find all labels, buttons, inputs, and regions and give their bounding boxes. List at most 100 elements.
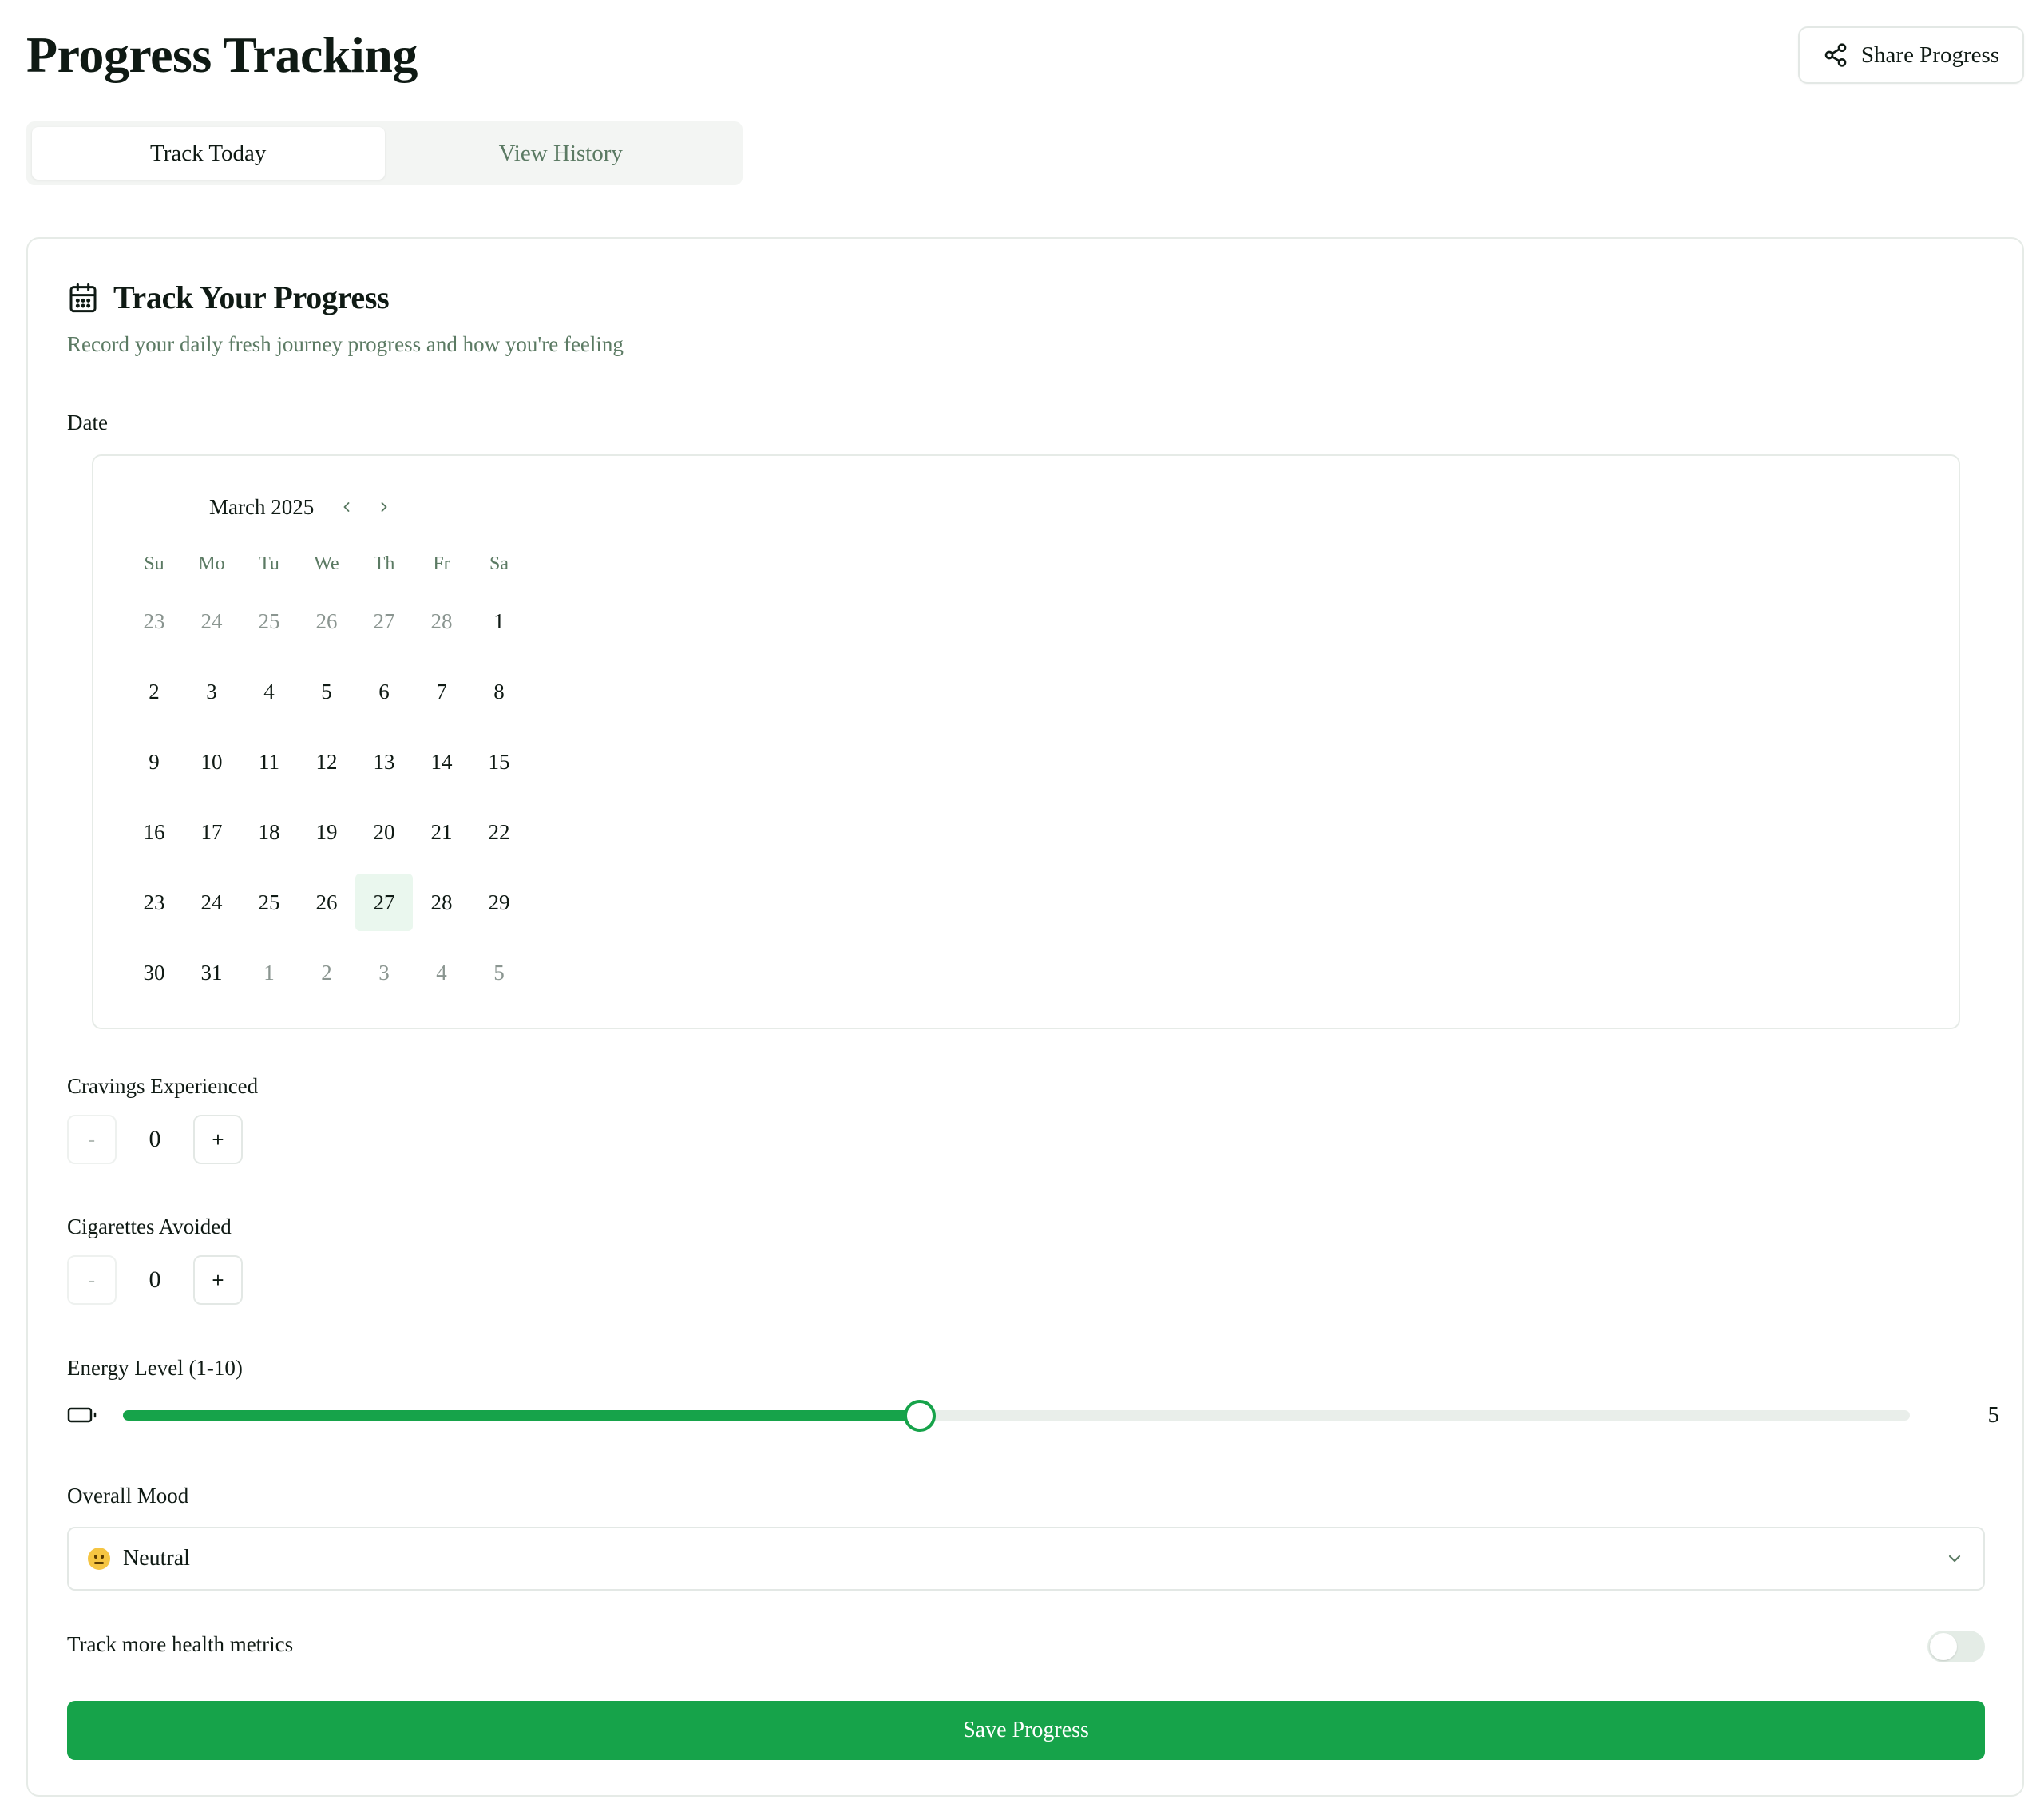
track-progress-card: Track Your Progress Record your daily fr… [26, 237, 2024, 1797]
calendar-weekday: Fr [433, 553, 450, 574]
calendar-day[interactable]: 2 [298, 944, 355, 1001]
mood-label: Overall Mood [67, 1484, 189, 1508]
health-metrics-label: Track more health metrics [67, 1632, 294, 1656]
date-calendar: March 2025 Su Mo Tu We Th Fr Sa 23 24 25 26 27 28 1 2… [92, 454, 1960, 1029]
calendar-weekday: We [314, 553, 339, 574]
calendar-day[interactable]: 31 [183, 944, 240, 1001]
share-progress-label: Share Progress [1860, 42, 2000, 68]
calendar-day[interactable]: 3 [183, 663, 240, 720]
calendar-week-row: 2345678 [125, 650, 528, 720]
calendar-day[interactable]: 13 [355, 733, 413, 791]
calendar-weekday: Mo [198, 553, 225, 574]
calendar-day[interactable]: 1 [240, 944, 298, 1001]
calendar-day[interactable]: 24 [183, 874, 240, 931]
energy-value: 5 [1987, 1402, 2000, 1428]
cravings-decrement-button[interactable]: - [67, 1115, 117, 1164]
calendar-day[interactable]: 29 [470, 874, 528, 931]
calendar-week-row: 23 24 25 26 27 28 1 [125, 580, 528, 650]
tab-list: Track Today View History [26, 121, 743, 185]
calendar-day[interactable]: 14 [413, 733, 470, 791]
calendar-day[interactable]: 17 [183, 803, 240, 861]
calendar-week-row: 9 10 11 12 13 14 15 [125, 720, 528, 791]
calendar-day[interactable]: 23 [125, 592, 183, 650]
share-icon [1824, 43, 1847, 67]
calendar-weekday: Th [373, 553, 395, 574]
energy-slider-thumb[interactable] [904, 1400, 937, 1432]
battery-icon [67, 1407, 97, 1423]
energy-slider-track[interactable] [123, 1400, 1910, 1432]
calendar-day[interactable]: 28 [413, 874, 470, 931]
calendar-day[interactable]: 18 [240, 803, 298, 861]
calendar-week-row: 16 17 18 19 20 21 22 [125, 791, 528, 861]
toggle-knob [1930, 1633, 1957, 1660]
page-title: Progress Tracking [26, 26, 418, 83]
calendar-day[interactable]: 26 [298, 874, 355, 931]
calendar-day[interactable]: 10 [183, 733, 240, 791]
tab-track-today[interactable]: Track Today [32, 127, 385, 180]
calendar-weekday: Su [144, 553, 164, 574]
cigarettes-value: 0 [149, 1266, 161, 1293]
save-progress-button[interactable]: Save Progress [67, 1701, 1985, 1760]
calendar-week-row: 30 31 1 2 3 4 5 [125, 931, 528, 1001]
tab-view-history[interactable]: View History [385, 127, 738, 180]
share-progress-button[interactable]: Share Progress [1798, 26, 2024, 84]
cravings-label: Cravings Experienced [67, 1074, 259, 1098]
neutral-face-icon [88, 1548, 110, 1570]
chevron-left-icon [343, 502, 350, 512]
cigarettes-increment-button[interactable]: + [193, 1255, 243, 1305]
calendar-weekday: Sa [489, 553, 509, 574]
calendar-day[interactable]: 12 [298, 733, 355, 791]
date-label: Date [67, 410, 108, 434]
calendar-icon [69, 283, 97, 312]
calendar-day[interactable]: 5 [470, 944, 528, 1001]
calendar-day[interactable]: 30 [125, 944, 183, 1001]
calendar-grid: Su Mo Tu We Th Fr Sa 23 24 25 26 27 28 1 2 3 4 5 6 7 8 9 10 11… [125, 548, 528, 1001]
cigarettes-label: Cigarettes Avoided [67, 1215, 232, 1238]
calendar-day[interactable]: 27 [355, 592, 413, 650]
calendar-day[interactable]: 2 [125, 663, 183, 720]
calendar-day[interactable]: 7 [413, 663, 470, 720]
card-title: Track Your Progress [113, 279, 390, 315]
chevron-right-icon [381, 502, 387, 512]
calendar-day[interactable]: 6 [355, 663, 413, 720]
calendar-day[interactable]: 1 [470, 592, 528, 650]
calendar-day[interactable]: 15 [470, 733, 528, 791]
calendar-day[interactable]: 22 [470, 803, 528, 861]
calendar-month-label: March 2025 [209, 495, 315, 519]
cravings-value: 0 [149, 1126, 161, 1152]
calendar-day[interactable]: 3 [355, 944, 413, 1001]
calendar-day[interactable]: 26 [298, 592, 355, 650]
calendar-day[interactable]: 16 [125, 803, 183, 861]
cigarettes-decrement-button[interactable]: - [67, 1255, 117, 1305]
cravings-stepper: - 0 + [67, 1115, 243, 1164]
calendar-day[interactable]: 19 [298, 803, 355, 861]
calendar-next-button[interactable] [366, 488, 402, 526]
calendar-day[interactable]: 24 [183, 592, 240, 650]
chevron-down-icon [1948, 1555, 1961, 1563]
health-metrics-toggle[interactable] [1927, 1631, 1985, 1662]
calendar-day[interactable]: 25 [240, 592, 298, 650]
cigarettes-stepper: - 0 + [67, 1255, 243, 1305]
calendar-day[interactable]: 20 [355, 803, 413, 861]
calendar-day[interactable]: 5 [298, 663, 355, 720]
calendar-day[interactable]: 28 [413, 592, 470, 650]
cravings-increment-button[interactable]: + [193, 1115, 243, 1164]
calendar-day[interactable]: 9 [125, 733, 183, 791]
energy-label: Energy Level (1-10) [67, 1356, 243, 1380]
calendar-weekday-row: Su Mo Tu We Th Fr Sa [125, 548, 528, 580]
calendar-day[interactable]: 8 [470, 663, 528, 720]
calendar-prev-button[interactable] [329, 488, 364, 526]
card-heading: Track Your Progress [67, 279, 390, 316]
energy-slider-row: 5 [67, 1399, 2000, 1432]
mood-select[interactable]: Neutral [67, 1527, 1985, 1591]
calendar-day[interactable]: 11 [240, 733, 298, 791]
calendar-day[interactable]: 21 [413, 803, 470, 861]
calendar-day-today[interactable]: 27 [355, 874, 413, 931]
calendar-day[interactable]: 23 [125, 874, 183, 931]
calendar-day[interactable]: 4 [413, 944, 470, 1001]
energy-slider-fill [123, 1410, 921, 1421]
calendar-day[interactable]: 4 [240, 663, 298, 720]
card-subtitle: Record your daily fresh journey progress… [67, 332, 624, 356]
calendar-day[interactable]: 25 [240, 874, 298, 931]
calendar-week-row: 23 24 25 26 27 28 29 [125, 861, 528, 931]
